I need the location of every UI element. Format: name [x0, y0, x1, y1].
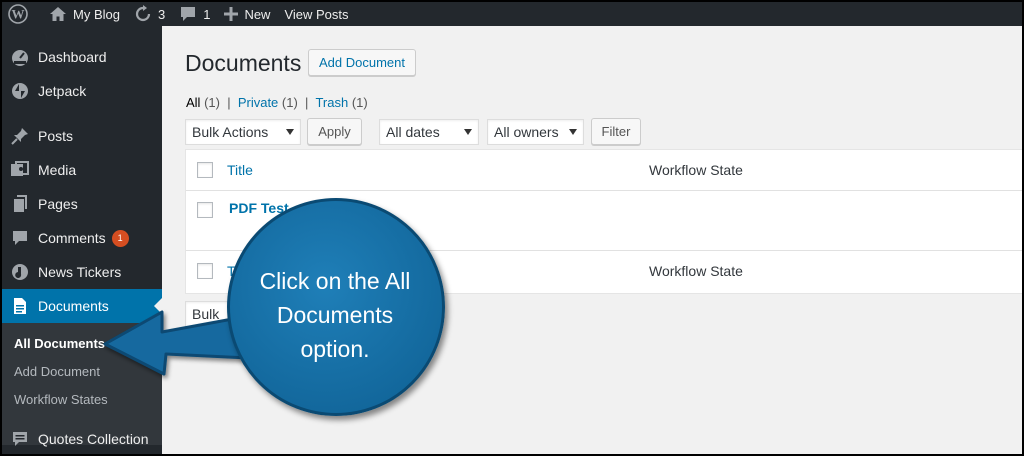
sidebar-item-label: Media: [38, 162, 77, 178]
view-trash-link[interactable]: Trash: [315, 95, 348, 110]
new-content-link[interactable]: New: [217, 2, 277, 26]
pin-icon: [2, 127, 38, 145]
wordpress-logo-icon: W: [8, 4, 28, 24]
sidebar-item-dashboard[interactable]: Dashboard: [2, 40, 162, 74]
sidebar-item-comments[interactable]: Comments 1: [2, 221, 162, 255]
sidebar-item-label: Comments: [38, 230, 106, 246]
filter-button[interactable]: Filter: [591, 118, 641, 145]
sidebar-item-quotes-collection[interactable]: Quotes Collection: [2, 422, 162, 454]
view-posts-link[interactable]: View Posts: [277, 2, 355, 26]
bulk-actions-bottom-value: Bulk: [192, 306, 220, 322]
workflow-state-column-header: Workflow State: [649, 162, 743, 178]
quotes-icon: [2, 431, 38, 447]
media-icon: [2, 161, 38, 179]
sidebar-item-pages[interactable]: Pages: [2, 187, 162, 221]
dates-select[interactable]: All dates: [379, 119, 479, 145]
new-label: New: [244, 6, 271, 22]
comments-icon: [2, 230, 38, 246]
chevron-down-icon: [569, 129, 577, 135]
sidebar-item-label: Documents: [38, 298, 109, 314]
dates-value: All dates: [386, 124, 440, 140]
admin-bar: W My Blog 3 1 New View Posts: [2, 2, 1022, 26]
sidebar-item-label: Pages: [38, 196, 78, 212]
view-private-count: (1): [281, 95, 298, 110]
owners-select[interactable]: All owners: [487, 119, 584, 145]
updates-icon: [135, 5, 151, 22]
sidebar-item-news-tickers[interactable]: News Tickers: [2, 255, 162, 289]
jetpack-icon: [2, 82, 38, 100]
row-checkbox[interactable]: [197, 202, 213, 218]
page-title: Documents: [185, 50, 302, 76]
site-name: My Blog: [73, 6, 120, 22]
view-all-count: (1): [204, 95, 220, 110]
view-trash-count: (1): [351, 95, 368, 110]
comments-count: 1: [203, 6, 211, 22]
apply-button[interactable]: Apply: [307, 118, 362, 145]
site-name-link[interactable]: My Blog: [42, 2, 127, 26]
comment-bubble-icon: [181, 7, 196, 21]
sidebar-item-label: Jetpack: [38, 83, 87, 99]
view-posts-label: View Posts: [284, 6, 349, 22]
dashboard-icon: [2, 47, 38, 67]
comments-link[interactable]: 1: [172, 2, 217, 26]
sidebar-item-documents[interactable]: Documents: [2, 289, 162, 323]
select-all-checkbox[interactable]: [197, 162, 213, 178]
sidebar-item-label: News Tickers: [38, 264, 122, 280]
updates-link[interactable]: 3: [127, 2, 172, 26]
sidebar-item-label: Dashboard: [38, 49, 107, 65]
sidebar-item-label: Posts: [38, 128, 74, 144]
view-separator: |: [223, 95, 235, 110]
updates-count: 3: [157, 6, 166, 22]
owners-value: All owners: [494, 124, 559, 140]
pages-icon: [2, 195, 38, 213]
plus-icon: [224, 7, 239, 21]
submenu-all-documents[interactable]: All Documents: [14, 336, 105, 351]
bulk-actions-value: Bulk Actions: [192, 124, 269, 140]
callout-text: Click on the All Documents option.: [259, 268, 411, 362]
sidebar-item-media[interactable]: Media: [2, 153, 162, 187]
document-icon: [2, 297, 38, 315]
sidebar-item-posts[interactable]: Posts: [2, 119, 162, 153]
wordpress-logo-button[interactable]: W: [2, 2, 42, 26]
view-filters: All (1) | Private (1) | Trash (1): [186, 95, 368, 110]
comments-badge: 1: [111, 229, 129, 247]
sidebar-item-jetpack[interactable]: Jetpack: [2, 74, 162, 108]
bulk-actions-select[interactable]: Bulk Actions: [185, 119, 301, 145]
news-tickers-icon: [2, 263, 38, 281]
submenu-workflow-states[interactable]: Workflow States: [14, 392, 108, 407]
submenu-add-document[interactable]: Add Document: [14, 364, 100, 379]
admin-sidebar: Dashboard Jetpack Posts Media Pages Comm…: [2, 26, 162, 454]
add-document-button[interactable]: Add Document: [308, 49, 416, 76]
chevron-down-icon: [464, 129, 472, 135]
view-separator: |: [301, 95, 313, 110]
view-private-link[interactable]: Private: [238, 95, 278, 110]
screenshot-frame: W My Blog 3 1 New View Posts Dashboard J…: [0, 0, 1024, 456]
home-icon: [50, 7, 66, 21]
title-column-header[interactable]: Title: [227, 162, 253, 178]
svg-text:W: W: [12, 7, 25, 22]
table-header-row: Title Workflow State: [186, 150, 1022, 191]
sidebar-item-label: Quotes Collection: [38, 431, 149, 447]
workflow-state-column-footer: Workflow State: [649, 263, 743, 279]
view-all-link[interactable]: All: [186, 95, 200, 110]
chevron-down-icon: [286, 129, 294, 135]
select-all-checkbox-footer[interactable]: [197, 263, 213, 279]
